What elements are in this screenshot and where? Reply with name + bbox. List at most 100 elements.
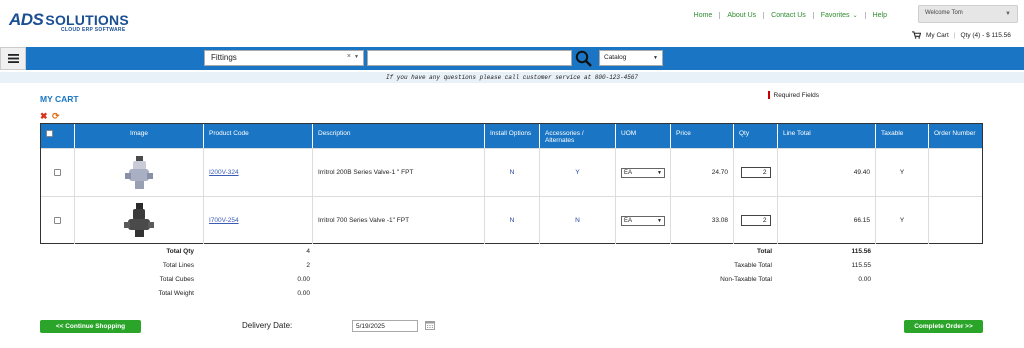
install-options-cell: N — [484, 149, 539, 196]
col-install-options: Install Options — [484, 124, 539, 148]
col-product-code: Product Code — [203, 124, 312, 148]
col-order-number: Order Number — [928, 124, 982, 148]
row-checkbox[interactable] — [54, 169, 61, 176]
category-value: Fittings — [211, 53, 237, 62]
required-fields-note: Required Fields — [768, 91, 819, 99]
delivery-date-input[interactable]: 5/19/2025 — [352, 320, 418, 332]
clear-icon[interactable]: × — [347, 53, 351, 60]
hamburger-icon — [7, 54, 19, 63]
search-input[interactable] — [367, 50, 572, 66]
table-row: I200V-324 Irritrol 200B Series Valve-1 "… — [41, 148, 982, 196]
accessories-value[interactable]: Y — [575, 169, 579, 176]
caret-down-icon: ▼ — [657, 169, 662, 176]
nav-favorites-link[interactable]: Favorites ⌄ — [812, 12, 865, 19]
select-all-cell — [41, 124, 74, 148]
uom-select[interactable]: EA ▼ — [621, 167, 665, 178]
divider: | — [953, 31, 956, 39]
nontaxable-total-value: 0.00 — [858, 276, 871, 283]
calendar-icon[interactable] — [425, 321, 435, 330]
row-select-cell — [41, 197, 74, 244]
total-value: 115.56 — [851, 248, 871, 255]
delivery-date-label: Delivery Date: — [242, 321, 293, 330]
description-cell: Irritrol 700 Series Valve -1" FPT — [312, 197, 484, 244]
mini-cart[interactable]: My Cart | Qty (4) - $ 115.56 — [912, 31, 1011, 39]
cart-table: Image Product Code Description Install O… — [40, 123, 983, 244]
caret-down-icon: ▼ — [653, 55, 658, 61]
table-row: I700V-254 Irritrol 700 Series Valve -1" … — [41, 196, 982, 244]
top-header: ADS SOLUTIONS CLOUD ERP SOFTWARE Home Abo… — [0, 0, 1024, 44]
table-header: Image Product Code Description Install O… — [41, 124, 982, 148]
cart-icon — [912, 31, 921, 39]
top-nav: Home About Us Contact Us Favorites ⌄ Help — [687, 12, 894, 19]
col-uom: UOM — [615, 124, 670, 148]
qty-input[interactable]: 2 — [740, 215, 771, 226]
uom-select[interactable]: EA ▼ — [621, 215, 665, 226]
scope-select[interactable]: Catalog ▼ — [599, 50, 663, 66]
row-checkbox[interactable] — [54, 217, 61, 224]
required-note-text: Required Fields — [773, 91, 820, 99]
caret-down-icon: ▼ — [657, 217, 662, 224]
total-weight-value: 0.00 — [297, 290, 310, 297]
qty-cell: 2 — [733, 149, 777, 196]
info-banner: If you have any questions please call cu… — [0, 72, 1024, 83]
line-total-cell: 66.15 — [777, 197, 875, 244]
product-code-link[interactable]: I200V-324 — [209, 169, 239, 176]
col-accessories: Accessories / Alternates — [539, 124, 615, 148]
install-options-cell: N — [484, 197, 539, 244]
category-select[interactable]: Fittings × ▼ — [204, 50, 364, 66]
page-title: MY CART — [40, 94, 79, 104]
delete-icon[interactable]: ✖ — [40, 112, 49, 121]
taxable-cell: Y — [875, 149, 928, 196]
hamburger-menu-button[interactable] — [0, 47, 26, 70]
logo-solutions-text: SOLUTIONS — [45, 12, 129, 28]
ads-logo[interactable]: ADS SOLUTIONS CLOUD ERP SOFTWARE — [9, 10, 139, 33]
accessories-cell: N — [539, 197, 615, 244]
product-image[interactable] — [74, 149, 203, 196]
logo-ads-text: ADS — [9, 10, 44, 29]
search-icon — [575, 50, 592, 67]
product-code-cell: I200V-324 — [203, 149, 312, 196]
total-cubes-label: Total Cubes — [159, 276, 194, 283]
accessories-cell: Y — [539, 149, 615, 196]
nav-about-link[interactable]: About Us — [719, 12, 763, 19]
product-image[interactable] — [74, 197, 203, 244]
cart-summary-text: Qty (4) - $ 115.56 — [960, 31, 1011, 39]
uom-value: EA — [624, 169, 633, 176]
nav-contact-link[interactable]: Contact Us — [763, 12, 813, 19]
select-all-checkbox[interactable] — [46, 130, 53, 137]
qty-cell: 2 — [733, 197, 777, 244]
continue-shopping-button[interactable]: << Continue Shopping — [40, 320, 141, 333]
order-number-cell — [928, 149, 982, 196]
refresh-icon[interactable]: ⟳ — [52, 112, 61, 121]
search-button[interactable] — [572, 48, 594, 68]
description-cell: Irritrol 200B Series Valve-1 " FPT — [312, 149, 484, 196]
qty-input[interactable]: 2 — [740, 167, 771, 178]
install-options-value[interactable]: N — [510, 217, 515, 224]
valve-image-icon — [125, 155, 153, 189]
nontaxable-total-label: Non-Taxable Total — [720, 276, 772, 283]
welcome-dropdown[interactable]: Welcome Tom ▼ — [918, 5, 1018, 23]
valve-image-icon — [124, 202, 154, 237]
nav-home-link[interactable]: Home — [687, 12, 720, 19]
caret-down-icon: ▼ — [354, 54, 359, 60]
row-select-cell — [41, 149, 74, 196]
total-qty-value: 4 — [306, 248, 310, 255]
uom-cell: EA ▼ — [615, 149, 670, 196]
install-options-value[interactable]: N — [510, 169, 515, 176]
cart-actions: ✖ ⟳ — [40, 112, 61, 121]
accessories-value[interactable]: N — [575, 217, 580, 224]
col-taxable: Taxable — [875, 124, 928, 148]
total-cubes-value: 0.00 — [297, 276, 310, 283]
col-price: Price — [670, 124, 733, 148]
complete-order-button[interactable]: Complete Order >> — [904, 320, 983, 333]
nav-help-link[interactable]: Help — [864, 12, 894, 19]
caret-down-icon: ▼ — [1005, 11, 1011, 17]
col-line-total: Line Total — [777, 124, 875, 148]
total-qty-label: Total Qty — [166, 248, 194, 255]
product-code-link[interactable]: I700V-254 — [209, 217, 239, 224]
col-qty: Qty — [733, 124, 777, 148]
nav-favorites-label: Favorites — [820, 12, 850, 19]
total-lines-value: 2 — [306, 262, 310, 269]
total-label: Total — [756, 248, 772, 255]
scope-value: Catalog — [604, 54, 627, 61]
